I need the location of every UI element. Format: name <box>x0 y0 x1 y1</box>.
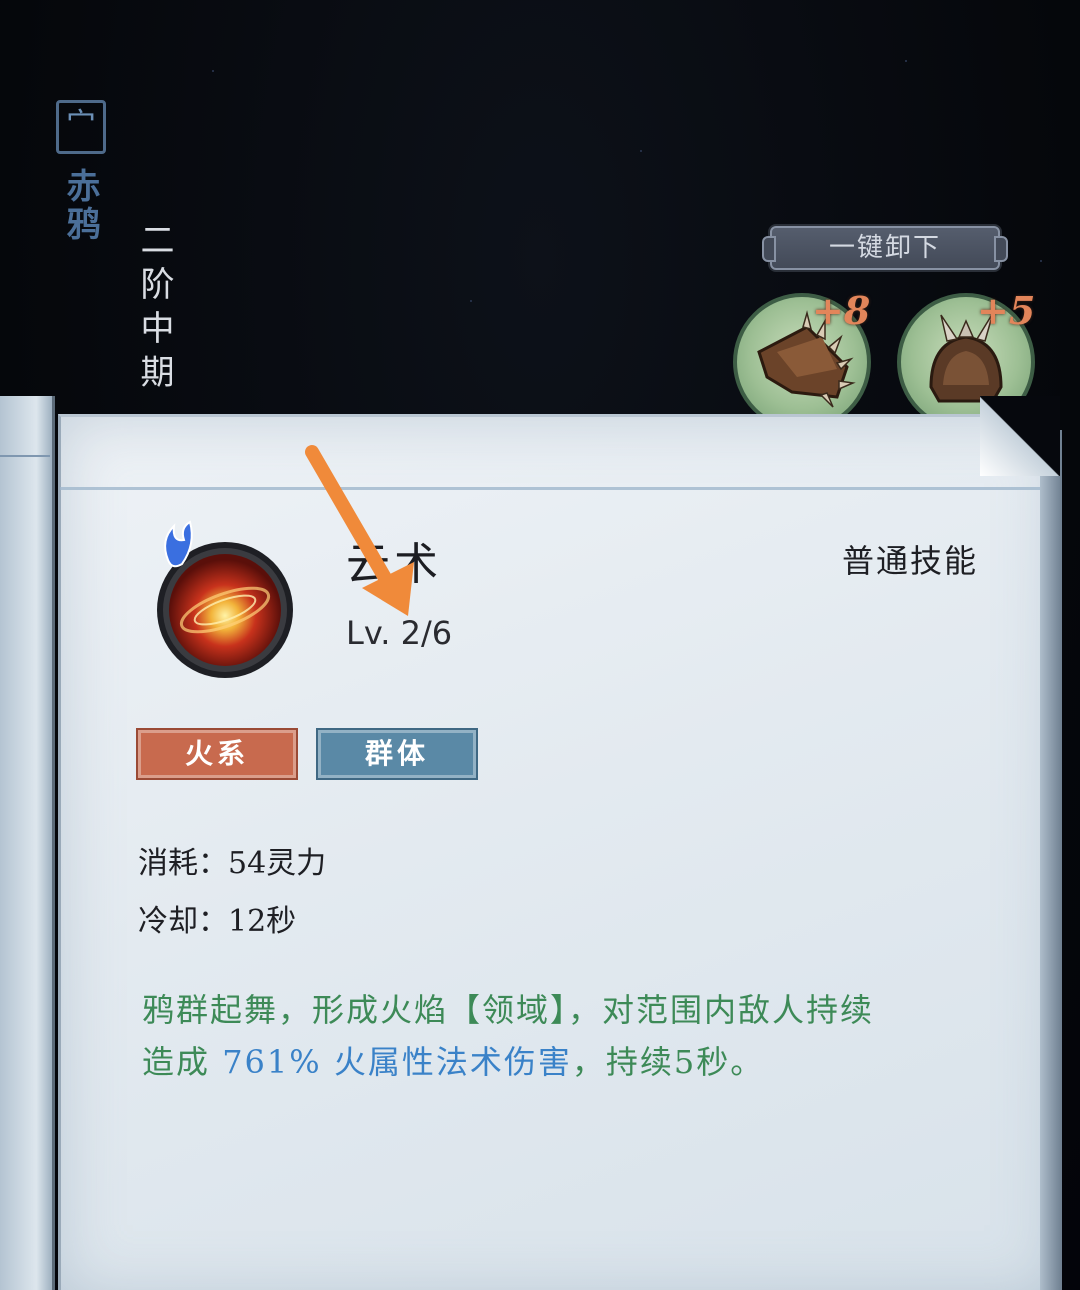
cost-label: 消耗： <box>138 846 228 881</box>
page-rule <box>60 487 1050 490</box>
cooldown-label: 冷却： <box>138 904 228 939</box>
equipment-bonus-label: +5 <box>977 288 1036 333</box>
page-rule <box>0 455 50 457</box>
star <box>905 60 907 62</box>
skill-cost: 消耗：54灵力 <box>138 838 326 882</box>
star <box>212 70 214 72</box>
damage-value: 761% <box>222 1043 322 1081</box>
character-name: 赤鸦 <box>60 168 100 244</box>
equipment-bonus-label: +8 <box>812 288 871 333</box>
skill-description: 鸦群起舞，形成火焰【领域】，对范围内敌人持续 造成 761% 火属性法术伤害，持… <box>142 984 1012 1088</box>
sect-seal-icon: 宀 <box>56 100 106 154</box>
description-text: ，持续5秒。 <box>571 1043 765 1081</box>
description-line: 鸦群起舞，形成火焰【领域】，对范围内敌人持续 <box>142 991 875 1029</box>
game-screen: 宀 赤鸦 二阶中期 一键卸下 +8 +5 云术 Lv. 2/6 普通技能 火系 … <box>0 0 1080 1290</box>
target-tag: 群体 <box>316 728 478 780</box>
skill-category: 普通技能 <box>842 542 979 580</box>
cultivation-stage: 二阶中期 <box>134 222 174 398</box>
description-text: 造成 <box>142 1043 223 1081</box>
skill-cooldown: 冷却：12秒 <box>138 896 296 940</box>
cooldown-value: 12秒 <box>228 904 297 939</box>
unequip-all-button[interactable]: 一键卸下 <box>762 226 1008 270</box>
star <box>640 150 642 152</box>
page-curl <box>980 396 1060 476</box>
page-edge <box>1040 430 1062 1290</box>
element-tag: 火系 <box>136 728 298 780</box>
book-left-page <box>0 396 55 1290</box>
damage-type: 火属性法术伤害 <box>321 1043 572 1081</box>
fire-vortex-skill-icon[interactable] <box>150 520 300 680</box>
star <box>470 300 472 302</box>
description-line: 造成 761% 火属性法术伤害，持续5秒。 <box>142 1036 1012 1088</box>
annotation-arrow-icon <box>305 445 414 616</box>
cost-value: 54灵力 <box>228 846 327 881</box>
star <box>1040 260 1042 262</box>
